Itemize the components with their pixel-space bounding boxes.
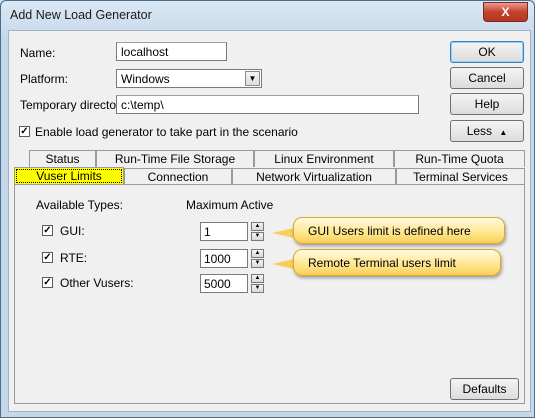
gui-limit-spinner[interactable]: ▲ ▼: [251, 222, 264, 241]
less-button-label: Less: [466, 124, 493, 138]
help-button[interactable]: Help: [450, 93, 524, 115]
rte-checkbox[interactable]: ✓: [42, 252, 53, 263]
platform-select[interactable]: Windows ▼: [116, 69, 262, 88]
other-vusers-limit-spinner[interactable]: ▲ ▼: [251, 274, 264, 293]
defaults-button[interactable]: Defaults: [450, 378, 519, 400]
vuser-limits-page: Available Types: Maximum Active ✓ GUI: 1…: [14, 184, 525, 404]
tab-status[interactable]: Status: [29, 150, 96, 167]
name-label: Name:: [20, 46, 56, 60]
tab-vuser-limits[interactable]: Vuser Limits: [14, 167, 124, 185]
ok-button[interactable]: OK: [450, 41, 524, 63]
window-title: Add New Load Generator: [10, 8, 152, 22]
chevron-down-icon[interactable]: ▼: [245, 71, 260, 86]
dialog-window: Add New Load Generator X Name: localhost…: [0, 0, 535, 418]
tempdir-field[interactable]: c:\temp\: [116, 95, 419, 114]
other-vusers-limit-input[interactable]: 5000: [200, 274, 248, 293]
chevron-up-icon: ▲: [499, 128, 508, 137]
other-vusers-checkbox[interactable]: ✓: [42, 277, 53, 288]
platform-select-value: Windows: [121, 72, 170, 86]
tab-runtime-quota[interactable]: Run-Time Quota: [394, 150, 525, 167]
spin-down-icon[interactable]: ▼: [251, 259, 264, 268]
gui-label: GUI:: [60, 224, 85, 238]
max-active-label: Maximum Active: [186, 198, 274, 212]
tab-linux-environment[interactable]: Linux Environment: [254, 150, 394, 167]
gui-callout: GUI Users limit is defined here: [293, 217, 505, 244]
spin-up-icon[interactable]: ▲: [251, 249, 264, 258]
rte-limit-input[interactable]: 1000: [200, 249, 248, 268]
spin-down-icon[interactable]: ▼: [251, 284, 264, 293]
tab-network-virtualization[interactable]: Network Virtualization: [232, 168, 396, 185]
available-types-label: Available Types:: [36, 198, 123, 212]
enable-label: Enable load generator to take part in th…: [35, 125, 298, 139]
name-field[interactable]: localhost: [116, 42, 227, 61]
callout-pointer: [272, 259, 294, 269]
spin-down-icon[interactable]: ▼: [251, 232, 264, 241]
tab-connection[interactable]: Connection: [124, 168, 232, 185]
gui-limit-input[interactable]: 1: [200, 222, 248, 241]
tab-runtime-file-storage[interactable]: Run-Time File Storage: [96, 150, 254, 167]
gui-checkbox[interactable]: ✓: [42, 225, 53, 236]
close-button[interactable]: X: [483, 2, 528, 22]
rte-label: RTE:: [60, 251, 88, 265]
rte-limit-spinner[interactable]: ▲ ▼: [251, 249, 264, 268]
other-vusers-label: Other Vusers:: [60, 276, 134, 290]
less-button[interactable]: Less ▲: [450, 120, 524, 142]
spin-up-icon[interactable]: ▲: [251, 222, 264, 231]
callout-pointer: [272, 228, 294, 238]
spin-up-icon[interactable]: ▲: [251, 274, 264, 283]
rte-callout: Remote Terminal users limit: [293, 249, 501, 276]
platform-label: Platform:: [20, 72, 69, 86]
tab-terminal-services[interactable]: Terminal Services: [396, 168, 525, 185]
dialog-client-area: Name: localhost Platform: Windows ▼ Temp…: [8, 30, 531, 412]
enable-checkbox[interactable]: ✓: [19, 126, 30, 137]
cancel-button[interactable]: Cancel: [450, 67, 524, 89]
tempdir-label: Temporary directory:: [20, 98, 130, 112]
